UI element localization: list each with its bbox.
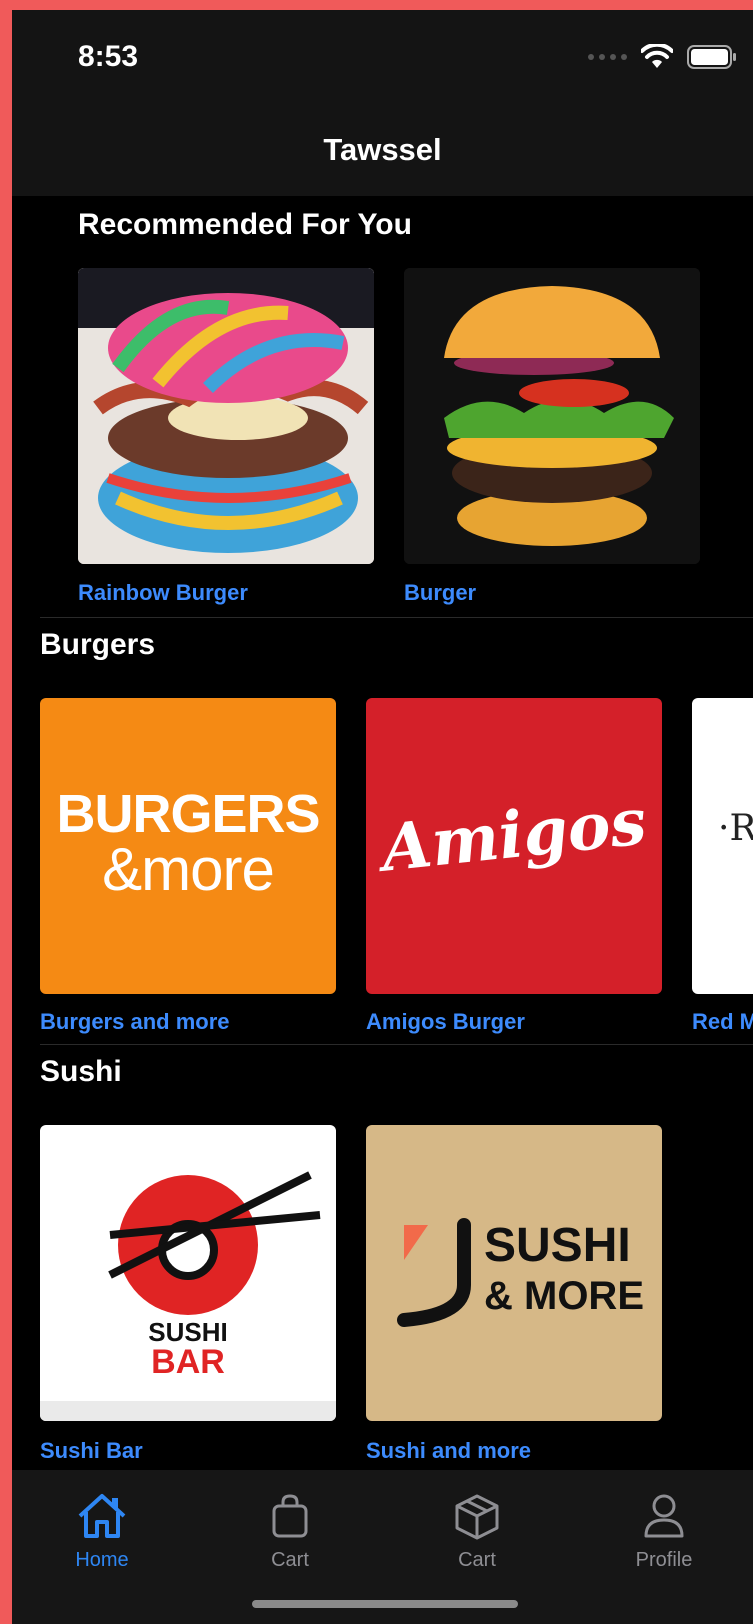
tab-cart[interactable]: Cart bbox=[220, 1492, 360, 1572]
logo-line2: & MORE bbox=[484, 1274, 644, 1318]
status-icons bbox=[588, 44, 737, 70]
burger-image[interactable] bbox=[404, 268, 700, 564]
tab-cart-box[interactable]: Cart bbox=[407, 1492, 547, 1572]
red-m-label[interactable]: Red M bbox=[692, 1009, 753, 1035]
red-m-logo: ·R bbox=[718, 808, 753, 849]
section-divider bbox=[40, 617, 753, 618]
tab-cart-label: Cart bbox=[271, 1549, 309, 1571]
sushi-and-more-image[interactable]: SUSHI & MORE bbox=[366, 1125, 662, 1421]
tab-profile[interactable]: Profile bbox=[594, 1492, 734, 1572]
amigos-burger-image[interactable]: Amigos bbox=[366, 698, 662, 994]
logo-line1: SUSHI bbox=[484, 1219, 631, 1272]
section-divider bbox=[40, 1044, 753, 1045]
burgers-title: Burgers bbox=[40, 628, 156, 661]
rainbow-burger-label[interactable]: Rainbow Burger bbox=[78, 580, 248, 606]
status-time: 8:53 bbox=[78, 40, 139, 73]
burgers-and-more-image[interactable]: BURGERS &more bbox=[40, 698, 336, 994]
app-screen: 8:53 Tawssel Recommended For You Rainbow… bbox=[12, 10, 753, 1624]
navigation-bar: Tawssel bbox=[12, 110, 753, 196]
burgers-and-more-label[interactable]: Burgers and more bbox=[40, 1009, 230, 1035]
sushi-and-more-label[interactable]: Sushi and more bbox=[366, 1438, 531, 1464]
rainbow-burger-image[interactable] bbox=[78, 268, 374, 564]
status-bar: 8:53 bbox=[12, 10, 753, 110]
tab-profile-label: Profile bbox=[635, 1549, 693, 1571]
recommended-title: Recommended For You bbox=[78, 208, 412, 241]
sushi-bar-image[interactable]: SUSHI BAR bbox=[40, 1125, 336, 1421]
tab-home[interactable]: Home bbox=[32, 1492, 172, 1572]
logo-line1: BURGERS bbox=[56, 784, 320, 844]
amigos-burger-label[interactable]: Amigos Burger bbox=[366, 1009, 525, 1035]
home-indicator[interactable] bbox=[252, 1600, 518, 1608]
amigos-logo: Amigos bbox=[378, 784, 650, 887]
home-icon bbox=[78, 1494, 126, 1538]
battery-icon bbox=[687, 45, 736, 69]
tab-cart-box-label: Cart bbox=[458, 1549, 496, 1571]
bag-icon bbox=[272, 1494, 308, 1538]
signal-icon bbox=[588, 54, 627, 60]
box-icon bbox=[455, 1494, 499, 1540]
logo-line2: BAR bbox=[151, 1343, 225, 1381]
sushi-title: Sushi bbox=[40, 1055, 122, 1088]
red-m-image[interactable]: ·R bbox=[692, 698, 753, 994]
burger-label[interactable]: Burger bbox=[404, 580, 476, 606]
person-icon bbox=[644, 1494, 684, 1538]
logo-line2: &more bbox=[102, 836, 275, 903]
sushi-bar-label[interactable]: Sushi Bar bbox=[40, 1438, 143, 1464]
tab-home-label: Home bbox=[75, 1549, 129, 1571]
wifi-icon bbox=[641, 44, 673, 68]
page-title: Tawssel bbox=[323, 132, 442, 167]
